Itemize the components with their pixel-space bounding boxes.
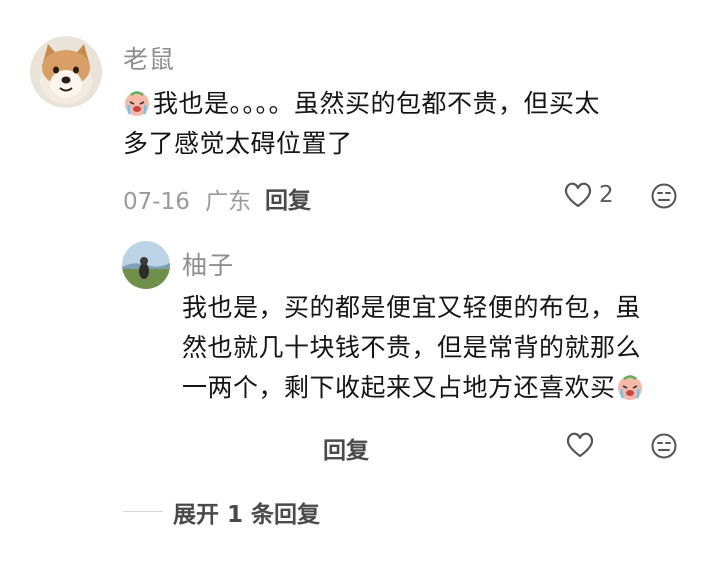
comment-username[interactable]: 老鼠 bbox=[123, 40, 175, 76]
heart-icon bbox=[566, 432, 594, 458]
comment-text-line2: 多了感觉太碍位置了 bbox=[123, 129, 353, 158]
heart-icon bbox=[564, 182, 592, 208]
comment-date: 07-16 bbox=[123, 189, 190, 215]
reply-reply-button[interactable]: 回复 bbox=[323, 431, 369, 465]
shiba-dog-avatar-icon bbox=[30, 36, 102, 108]
reply-avatar[interactable] bbox=[122, 241, 170, 289]
crying-face-emoji-icon bbox=[617, 375, 642, 400]
reply-username[interactable]: 柚子 bbox=[182, 246, 234, 282]
meh-face-icon bbox=[651, 433, 677, 459]
comment-meta: 07-16 广东 bbox=[123, 182, 251, 216]
comment-text: 我也是。。。。虽然买的包都不贵，但买太 多了感觉太碍位置了 bbox=[123, 84, 693, 164]
reply-text-line2: 然也就几十块钱不贵，但是常背的就那么 bbox=[182, 333, 642, 362]
comment-avatar[interactable] bbox=[30, 36, 102, 108]
comment-reply-button[interactable]: 回复 bbox=[265, 181, 311, 215]
comment-like-button[interactable] bbox=[563, 181, 593, 213]
comment-text-line1: 我也是。。。。虽然买的包都不贵，但买太 bbox=[153, 89, 601, 118]
comment-dislike-button[interactable] bbox=[650, 182, 678, 214]
expand-replies-button[interactable]: 展开 1 条回复 bbox=[173, 495, 320, 529]
comment-like-count: 2 bbox=[599, 182, 614, 208]
crying-face-emoji-icon bbox=[125, 91, 149, 116]
reply-like-button[interactable] bbox=[565, 431, 595, 463]
expand-divider bbox=[123, 511, 163, 512]
comment-location: 广东 bbox=[205, 189, 252, 215]
reply-dislike-button[interactable] bbox=[650, 432, 678, 464]
meh-face-icon bbox=[651, 183, 677, 209]
reply-text-line1: 我也是，买的都是便宜又轻便的布包，虽 bbox=[182, 293, 642, 322]
landscape-avatar-icon bbox=[122, 241, 170, 289]
reply-text-line3: 一两个，剩下收起来又占地方还喜欢买 bbox=[182, 373, 616, 402]
reply-text: 我也是，买的都是便宜又轻便的布包，虽 然也就几十块钱不贵，但是常背的就那么 一两… bbox=[182, 288, 702, 408]
